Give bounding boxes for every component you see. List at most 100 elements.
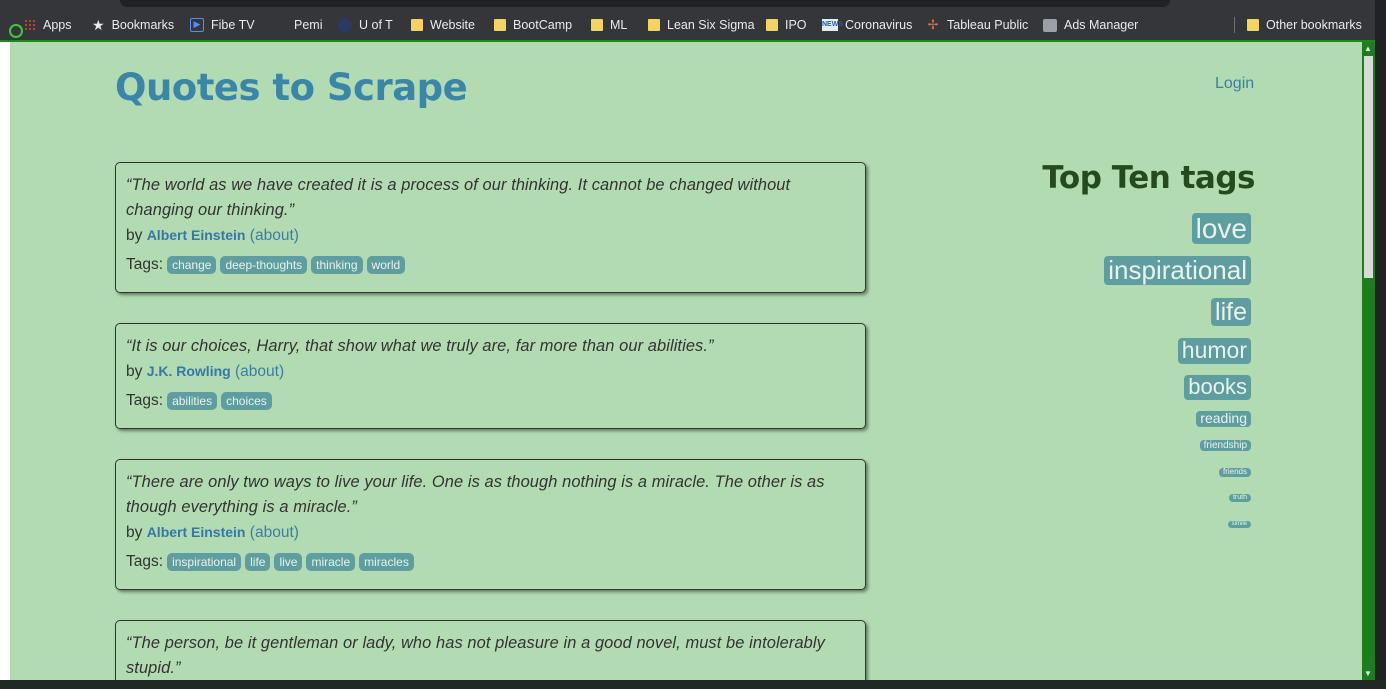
bookmark-label: Bookmarks	[111, 18, 175, 32]
quote-text: “The person, be it gentleman or lady, wh…	[126, 634, 825, 677]
tag-link[interactable]: change	[167, 256, 217, 274]
about-link[interactable]: (about)	[250, 227, 299, 244]
extension-icon[interactable]	[9, 24, 23, 38]
bookmark-website[interactable]: Website	[411, 15, 475, 35]
quote-text: “There are only two ways to live your li…	[126, 473, 825, 516]
news-icon: NEWS	[822, 19, 843, 31]
bookmark-label: Fibe TV	[211, 18, 255, 32]
bookmark-label: Other bookmarks	[1266, 18, 1362, 32]
ads-icon	[1043, 18, 1057, 32]
site-title[interactable]: Quotes to Scrape	[115, 66, 468, 109]
window-left-border	[0, 42, 10, 680]
scroll-up-icon[interactable]: ▲	[1364, 44, 1372, 53]
author-name: J.K. Rowling	[146, 363, 231, 379]
about-link[interactable]: (about)	[250, 524, 299, 541]
folder-icon	[648, 19, 660, 31]
top-tag-link[interactable]: humor	[1177, 337, 1251, 364]
tag-link[interactable]: thinking	[311, 256, 363, 274]
quote-text: “The world as we have created it is a pr…	[126, 176, 791, 219]
bookmark-label: Tableau Public	[947, 18, 1029, 32]
folder-icon	[494, 19, 506, 31]
tag-link[interactable]: miracles	[359, 553, 414, 571]
bookmark-label: Coronavirus	[845, 18, 913, 32]
top-tag-link[interactable]: friendship	[1199, 440, 1251, 452]
bookmark-lean-six-sigma[interactable]: Lean Six Sigma	[648, 15, 755, 35]
quote-card: “The world as we have created it is a pr…	[115, 162, 866, 293]
vertical-scrollbar[interactable]: ▲ ▼	[1362, 42, 1375, 680]
tags-label: Tags:	[126, 553, 164, 570]
bookmark-label: Pemi	[294, 18, 323, 32]
top-tag-link[interactable]: friends	[1218, 467, 1251, 477]
quote-text: “It is our choices, Harry, that show wha…	[126, 337, 714, 355]
bookmarks-separator	[1234, 17, 1235, 33]
login-link[interactable]: Login	[1215, 75, 1254, 93]
top-tag-link[interactable]: books	[1184, 374, 1251, 400]
bookmark-apps[interactable]: Apps	[24, 15, 72, 35]
quote-byline: by Albert Einstein (about)	[126, 524, 855, 542]
top-tag-link[interactable]: simile	[1227, 521, 1251, 528]
top-tag-link[interactable]: life	[1211, 298, 1251, 326]
top-tag-link[interactable]: reading	[1196, 410, 1251, 427]
bookmark-label: Lean Six Sigma	[667, 18, 755, 32]
folder-icon	[591, 19, 603, 31]
quote-byline: by Albert Einstein (about)	[126, 227, 855, 245]
quote-card: “The person, be it gentleman or lady, wh…	[115, 620, 866, 680]
quote-card: “There are only two ways to live your li…	[115, 459, 866, 590]
window-right-edge	[1375, 0, 1386, 689]
folder-icon	[1247, 19, 1259, 31]
bookmark-ml[interactable]: ML	[591, 15, 627, 35]
bookmark-bookmarks[interactable]: ★ Bookmarks	[92, 15, 174, 35]
bookmark-ipo[interactable]: IPO	[766, 15, 807, 35]
top-tags-title: Top Ten tags	[1042, 160, 1255, 196]
bookmark-coronavirus[interactable]: NEWS Coronavirus	[822, 15, 912, 35]
star-icon: ★	[92, 17, 105, 33]
bookmark-other-bookmarks[interactable]: Other bookmarks	[1247, 15, 1362, 35]
bookmark-bootcamp[interactable]: BootCamp	[494, 15, 572, 35]
bookmark-label: ML	[610, 18, 628, 32]
scroll-down-icon[interactable]: ▼	[1364, 669, 1372, 678]
top-tag-link[interactable]: inspirational	[1104, 255, 1251, 286]
address-bar-edge	[120, 0, 1170, 7]
apps-grid-icon	[24, 19, 36, 31]
tag-link[interactable]: inspirational	[167, 553, 242, 571]
top-tag-link[interactable]: love	[1191, 213, 1251, 245]
tag-link[interactable]: miracle	[306, 553, 356, 571]
folder-icon	[766, 19, 778, 31]
taskbar	[0, 680, 1386, 689]
author-name: Albert Einstein	[146, 524, 246, 540]
tag-link[interactable]: live	[274, 553, 303, 571]
quote-card: “It is our choices, Harry, that show wha…	[115, 323, 866, 429]
tag-link[interactable]: world	[366, 256, 406, 274]
play-icon: ▶	[190, 18, 204, 32]
bookmark-label: U of T	[359, 18, 393, 32]
about-link[interactable]: (about)	[235, 363, 284, 380]
author-name: Albert Einstein	[146, 227, 246, 243]
bookmark-label: Ads Manager	[1064, 18, 1139, 32]
bookmark-label: BootCamp	[513, 18, 573, 32]
page-viewport: Quotes to Scrape Login “The world as we …	[10, 42, 1362, 680]
by-label: by	[126, 524, 143, 541]
bookmark-label: Apps	[43, 18, 72, 32]
bookmark-ads-manager[interactable]: Ads Manager	[1043, 15, 1138, 35]
tag-link[interactable]: deep-thoughts	[220, 256, 308, 274]
bookmark-tableau-public[interactable]: ✢ Tableau Public	[926, 15, 1029, 35]
bookmark-fibe-tv[interactable]: ▶ Fibe TV	[190, 15, 255, 35]
tags-label: Tags:	[126, 392, 164, 409]
tag-link[interactable]: abilities	[167, 392, 218, 410]
quote-tags: Tags: abilities choices	[126, 392, 855, 410]
globe-icon	[338, 18, 352, 32]
scrollbar-thumb[interactable]	[1364, 56, 1373, 278]
bookmark-pemi[interactable]: Pemi	[294, 15, 322, 35]
bookmarks-bar: Apps ★ Bookmarks ▶ Fibe TV Pemi U of T W…	[0, 0, 1386, 42]
quote-byline: by J.K. Rowling (about)	[126, 363, 855, 381]
folder-icon	[411, 19, 423, 31]
quote-tags: Tags: change deep-thoughts thinking worl…	[126, 256, 855, 274]
tag-link[interactable]: life	[245, 553, 271, 571]
bookmark-label: IPO	[785, 18, 807, 32]
tableau-icon: ✢	[927, 17, 939, 32]
tag-link[interactable]: choices	[221, 392, 272, 410]
bookmark-label: Website	[430, 18, 475, 32]
top-tag-link[interactable]: truth	[1228, 494, 1251, 502]
by-label: by	[126, 363, 143, 380]
bookmark-u-of-t[interactable]: U of T	[338, 15, 393, 35]
